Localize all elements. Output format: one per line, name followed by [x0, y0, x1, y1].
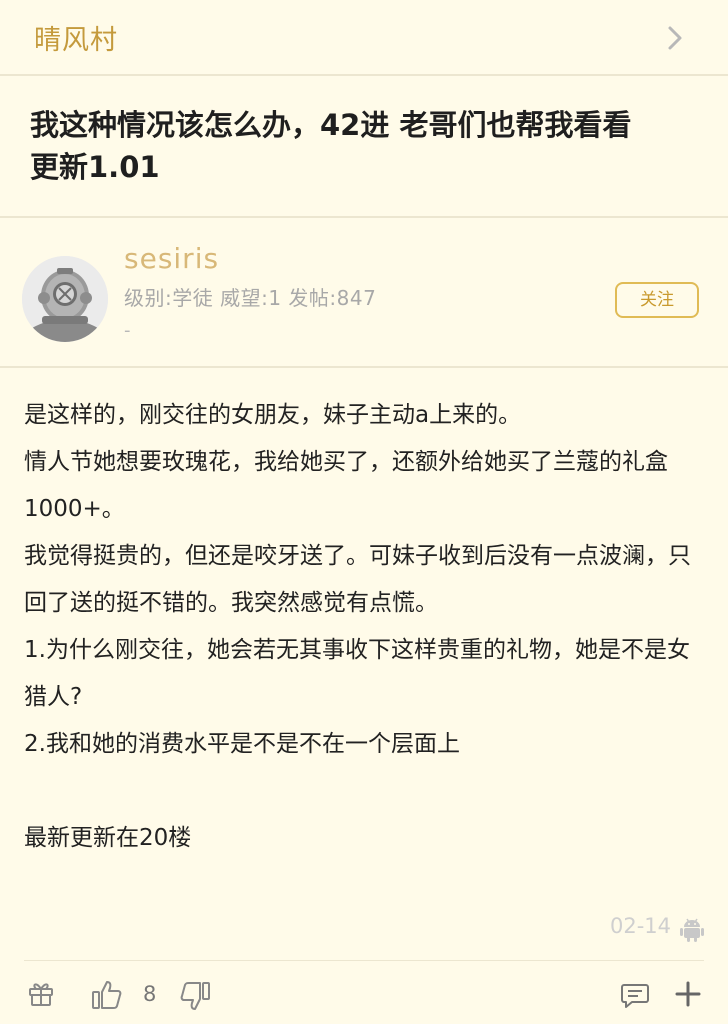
thumbs-up-icon[interactable] — [90, 978, 124, 1012]
forum-header[interactable]: 晴风村 — [0, 0, 728, 76]
comment-icon[interactable] — [620, 980, 650, 1010]
author-username[interactable]: sesiris — [124, 242, 219, 275]
post-date: 02-14 — [610, 914, 672, 938]
post-paragraph: 最新更新在20楼 — [24, 825, 192, 851]
like-count: 8 — [143, 982, 157, 1006]
forum-name[interactable]: 晴风村 — [34, 18, 118, 57]
post-paragraph: 2.我和她的消费水平是不是不在一个层面上 — [24, 731, 460, 757]
post-paragraph: 我觉得挺贵的，但还是咬牙送了。可妹子收到后没有一点波澜，只回了送的挺不错的。我突… — [24, 543, 691, 616]
thumbs-down-icon[interactable] — [178, 980, 212, 1014]
plus-icon[interactable] — [674, 980, 702, 1008]
post-title-block: 我这种情况该怎么办，42进 老哥们也帮我看看 更新1.01 — [0, 78, 728, 218]
divider — [24, 960, 704, 961]
avatar-diving-helmet — [22, 256, 108, 342]
gift-icon[interactable] — [26, 978, 56, 1008]
chevron-right-icon[interactable] — [662, 24, 688, 52]
author-meta: 级别:学徒 威望:1 发帖:847 — [124, 286, 377, 310]
author-signature: - — [124, 320, 131, 341]
avatar[interactable] — [22, 256, 108, 342]
author-block: sesiris 级别:学徒 威望:1 发帖:847 - 关注 — [0, 220, 728, 368]
post-title-line-2: 更新1.01 — [30, 150, 160, 184]
post-paragraph: 情人节她想要玫瑰花，我给她买了，还额外给她买了兰蔻的礼盒1000+。 — [24, 449, 668, 522]
android-icon — [680, 918, 704, 942]
follow-button[interactable]: 关注 — [615, 282, 699, 318]
post-page: 晴风村 我这种情况该怎么办，42进 老哥们也帮我看看 更新1.01 sesiri… — [0, 0, 728, 1024]
post-content: 是这样的，刚交往的女朋友，妹子主动a上来的。 情人节她想要玫瑰花，我给她买了，还… — [24, 392, 704, 862]
post-title-line-1: 我这种情况该怎么办，42进 老哥们也帮我看看 — [30, 108, 632, 142]
post-paragraph: 是这样的，刚交往的女朋友，妹子主动a上来的。 — [24, 402, 522, 428]
post-title: 我这种情况该怎么办，42进 老哥们也帮我看看 更新1.01 — [30, 104, 698, 188]
post-paragraph: 1.为什么刚交往，她会若无其事收下这样贵重的礼物，她是不是女猎人? — [24, 637, 690, 710]
